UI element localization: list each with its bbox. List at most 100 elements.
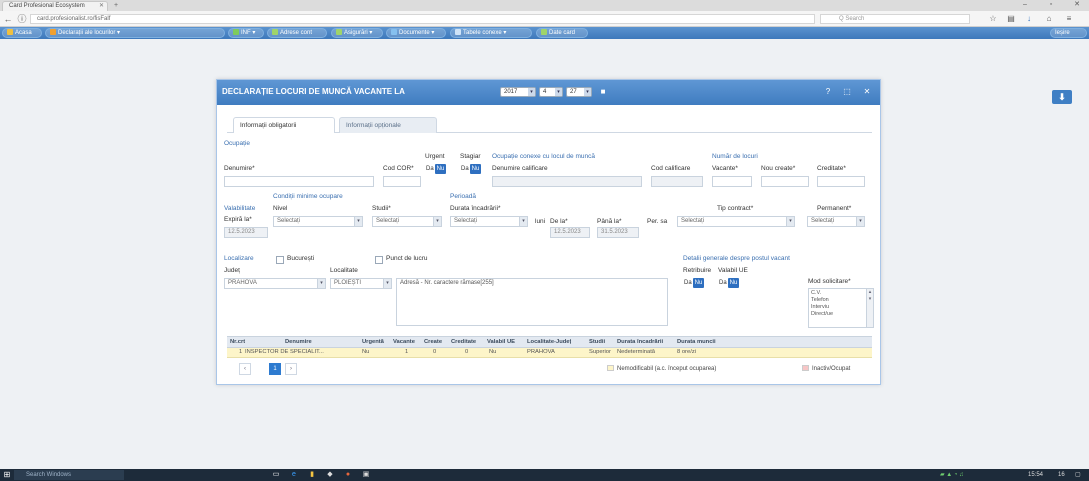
taskbar-search[interactable]: Search Windows: [14, 470, 124, 480]
url-input[interactable]: card.profesionalist.ro/fisFalf: [30, 14, 815, 24]
menu-date-card[interactable]: Date card: [536, 28, 588, 38]
browser-tab[interactable]: Card Profesional Ecosystem ✕: [2, 1, 108, 11]
clock-time[interactable]: 15:54: [1028, 470, 1043, 480]
tip-contract-select[interactable]: Selectați ▾: [677, 216, 795, 227]
pager-next[interactable]: ›: [285, 363, 297, 375]
help-icon[interactable]: ?: [823, 87, 833, 97]
close-window-icon[interactable]: ✕: [1070, 0, 1084, 10]
new-tab-icon[interactable]: +: [110, 2, 122, 10]
pana-la-input[interactable]: 31.5.2023: [597, 227, 639, 238]
col-valabil-ue[interactable]: Valabil UE: [487, 337, 515, 348]
mod-option[interactable]: Direct/ue: [811, 311, 871, 318]
pager-prev[interactable]: ‹: [239, 363, 251, 375]
valabil-ue-toggle[interactable]: Da Nu: [718, 278, 740, 288]
denumire-input[interactable]: [224, 176, 374, 187]
de-la-input[interactable]: 12.5.2023: [550, 227, 590, 238]
download-side-icon[interactable]: ⬇: [1052, 90, 1072, 104]
notification-icon[interactable]: ▢: [1075, 470, 1081, 480]
nivel-select[interactable]: Selectați ▾: [273, 216, 363, 227]
expira-input[interactable]: 12.5.2023: [224, 227, 268, 238]
tab-informatii-obligatorii[interactable]: Informații obligatorii: [233, 117, 335, 133]
library-icon[interactable]: ▤: [1006, 14, 1016, 24]
stagiar-nu[interactable]: Nu: [469, 164, 482, 174]
adresa-textarea[interactable]: Adresă - Nr. caractere rămase[255]: [396, 278, 668, 326]
permanent-select[interactable]: Selectați ▾: [807, 216, 865, 227]
firefox-icon[interactable]: ●: [342, 470, 354, 480]
col-creditate[interactable]: Creditate: [451, 337, 476, 348]
menu-tabele[interactable]: Tabele conexe ▾: [450, 28, 532, 38]
creditate-input[interactable]: [817, 176, 865, 187]
home-icon[interactable]: ⌂: [1044, 14, 1054, 24]
year-select[interactable]: 2017 ▾: [500, 87, 536, 97]
urgent-nu[interactable]: Nu: [434, 164, 447, 174]
cod-cor-input[interactable]: [383, 176, 421, 187]
mod-solicitare-listbox[interactable]: C.V. Telefon Interviu Direct/ue ▴ ▾: [808, 288, 874, 328]
col-urgenta[interactable]: Urgentă: [362, 337, 384, 348]
edge-icon[interactable]: e: [288, 470, 300, 480]
save-icon[interactable]: ■: [598, 87, 608, 97]
menu-documente[interactable]: Documente ▾: [386, 28, 446, 38]
maximize-dialog-icon[interactable]: ⬚: [842, 87, 852, 97]
retribuire-da[interactable]: Da: [683, 278, 693, 288]
menu-icon[interactable]: ≡: [1064, 14, 1074, 24]
vacante-input[interactable]: [712, 176, 752, 187]
pager-current[interactable]: 1: [269, 363, 281, 375]
mod-option[interactable]: Telefon: [811, 297, 871, 304]
col-vacante[interactable]: Vacante: [393, 337, 415, 348]
durata-select[interactable]: Selectați ▾: [450, 216, 528, 227]
windows-start-icon[interactable]: ⊞: [2, 470, 12, 480]
info-icon[interactable]: ⓘ: [16, 13, 28, 25]
tab-informatii-optionale[interactable]: Informații opționale: [339, 117, 437, 133]
stagiar-da[interactable]: Da: [460, 164, 470, 174]
col-durata-muncii[interactable]: Durata muncii: [677, 337, 716, 348]
col-durata-incadrarii[interactable]: Durata încadrării: [617, 337, 663, 348]
cod-calificare-input[interactable]: [651, 176, 703, 187]
col-nr-crt[interactable]: Nr.crt: [230, 337, 245, 348]
mod-option[interactable]: C.V.: [811, 290, 871, 297]
task-view-icon[interactable]: ▭: [270, 470, 282, 480]
clock-date[interactable]: 16: [1058, 470, 1065, 480]
studii-select[interactable]: Selectați ▾: [372, 216, 442, 227]
download-icon[interactable]: ↓: [1024, 14, 1034, 24]
bookmark-star-icon[interactable]: ☆: [988, 14, 998, 24]
nou-create-input[interactable]: [761, 176, 809, 187]
browser-search-input[interactable]: Q Search: [820, 14, 970, 24]
menu-asigurari[interactable]: Asigurări ▾: [331, 28, 383, 38]
close-dialog-icon[interactable]: ✕: [862, 87, 872, 97]
minimize-icon[interactable]: –: [1018, 0, 1032, 10]
menu-acasa[interactable]: Acasa: [2, 28, 42, 38]
retribuire-nu[interactable]: Nu: [692, 278, 705, 288]
col-create[interactable]: Create: [424, 337, 442, 348]
month-select[interactable]: 4 ▾: [539, 87, 563, 97]
menu-logout[interactable]: Ieșire: [1050, 28, 1087, 38]
menu-adrese[interactable]: Adrese cont: [267, 28, 327, 38]
close-tab-icon[interactable]: ✕: [99, 2, 104, 11]
table-row[interactable]: 1 INSPECTOR DE SPECIALIT... Nu 1 0 0 Nu …: [227, 348, 872, 358]
app-icon[interactable]: ▣: [360, 470, 372, 480]
stagiar-toggle[interactable]: Da Nu: [460, 164, 482, 174]
retribuire-toggle[interactable]: Da Nu: [683, 278, 705, 288]
file-explorer-icon[interactable]: ▮: [306, 470, 318, 480]
mod-option[interactable]: Interviu: [811, 304, 871, 311]
day-select[interactable]: 27 ▾: [566, 87, 592, 97]
urgent-toggle[interactable]: Da Nu: [425, 164, 447, 174]
col-localitate[interactable]: Localitate-Județ: [527, 337, 571, 348]
valabil-ue-da[interactable]: Da: [718, 278, 728, 288]
denumire-calificare-input[interactable]: [492, 176, 642, 187]
day-value: 27: [570, 89, 577, 95]
localitate-select[interactable]: PLOIEȘTI ▾: [330, 278, 392, 289]
maximize-icon[interactable]: ▫: [1044, 0, 1058, 10]
col-studii[interactable]: Studii: [589, 337, 605, 348]
urgent-da[interactable]: Da: [425, 164, 435, 174]
store-icon[interactable]: ◆: [324, 470, 336, 480]
tray-icons[interactable]: ▰ ▲ ◔ ♫: [940, 470, 964, 480]
menu-inf[interactable]: INF ▾: [228, 28, 264, 38]
back-icon[interactable]: ←: [2, 13, 14, 25]
scrollbar[interactable]: ▴ ▾: [866, 289, 873, 327]
judet-select[interactable]: PRAHOVA ▾: [224, 278, 326, 289]
punct-lucru-checkbox[interactable]: [375, 256, 383, 264]
valabil-ue-nu[interactable]: Nu: [727, 278, 740, 288]
bucuresti-checkbox[interactable]: [276, 256, 284, 264]
menu-declaratii[interactable]: Declarații ale locurilor ▾: [45, 28, 225, 38]
col-denumire[interactable]: Denumire: [285, 337, 312, 348]
